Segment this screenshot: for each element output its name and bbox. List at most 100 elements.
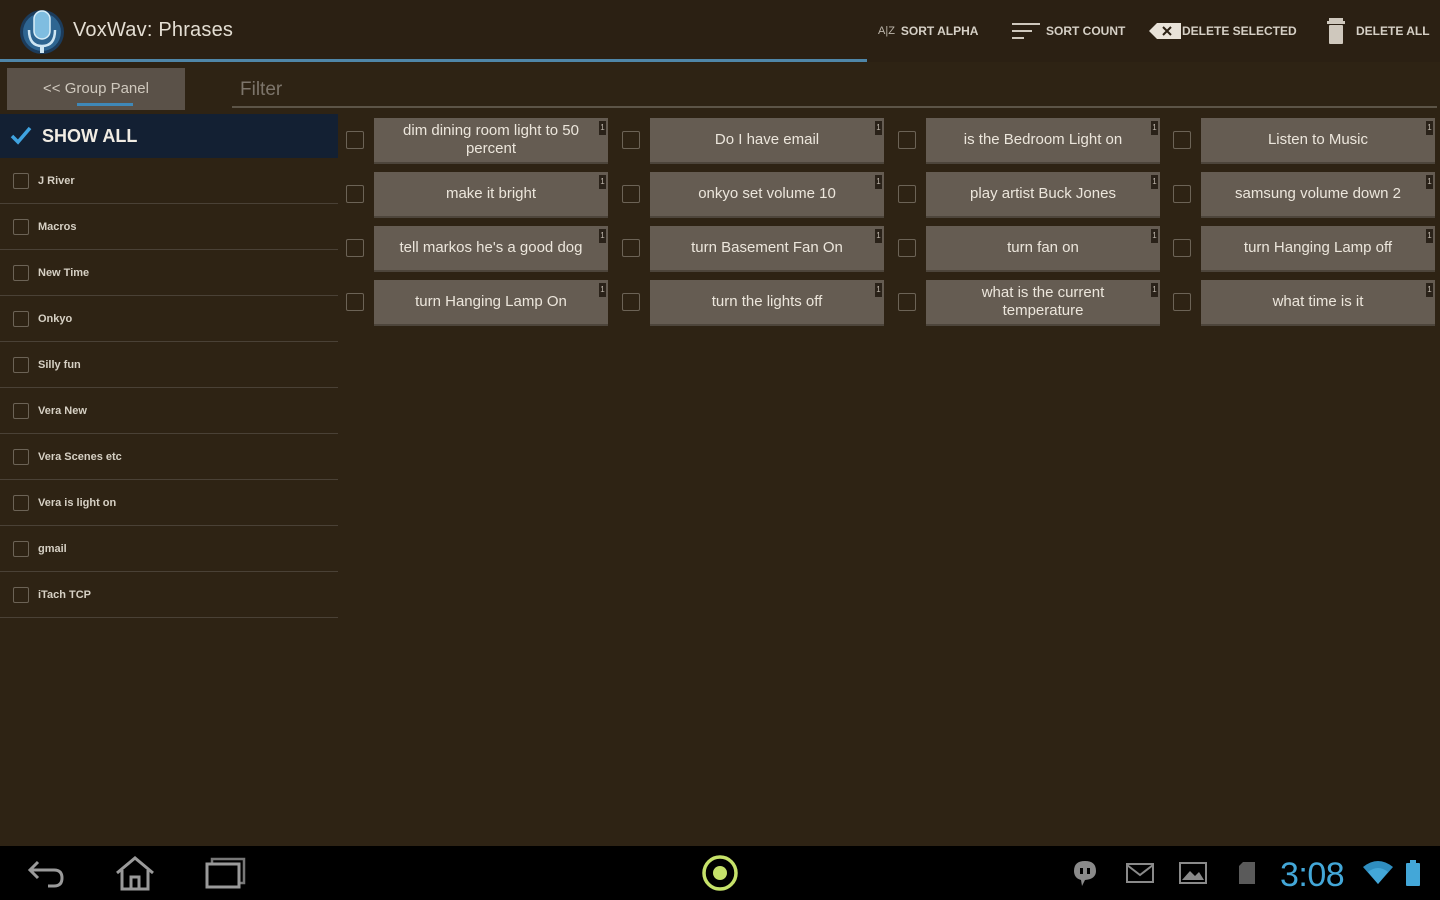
show-all-label: SHOW ALL [42,125,138,146]
phrase-button[interactable]: onkyo set volume 10 1 [650,172,884,218]
phrase-button[interactable]: Do I have email 1 [650,118,884,164]
group-list: SHOW ALL J River Macros New Time Onkyo Silly… [0,114,338,618]
phrase-count-badge: 1 [875,283,882,297]
phrase-button[interactable]: turn Hanging Lamp On 1 [374,280,608,326]
phrase-checkbox[interactable] [346,131,364,149]
phrase-cell: tell markos he's a good dog 1 [346,226,608,272]
battery-icon [1402,854,1424,892]
phrase-cell: is the Bedroom Light on 1 [898,118,1160,164]
group-item-label: iTach TCP [38,588,91,601]
sort-count-button[interactable]: SORT COUNT [1012,14,1125,48]
phrase-label: what time is it [1272,293,1364,310]
group-item[interactable]: Onkyo [0,296,338,342]
group-item-label: New Time [38,266,90,279]
group-checkbox[interactable] [13,494,29,511]
phrase-count-badge: 1 [1426,283,1433,297]
group-item[interactable]: Vera Scenes etc [0,434,338,480]
phrase-checkbox[interactable] [1173,131,1191,149]
group-item[interactable]: iTach TCP [0,572,338,618]
group-item[interactable]: gmail [0,526,338,572]
phrase-checkbox[interactable] [622,239,640,257]
action-bar: VoxWav: Phrases A|Z SORT ALPHA SORT COUN… [0,0,1440,62]
sort-alpha-label: SORT ALPHA [900,24,979,38]
group-item[interactable]: Macros [0,204,338,250]
group-item[interactable]: Silly fun [0,342,338,388]
group-item-label: gmail [38,542,67,555]
phrase-checkbox[interactable] [622,131,640,149]
talk-icon [1070,854,1100,892]
back-icon[interactable] [24,854,68,892]
filter-input[interactable] [232,74,1437,108]
group-item-label: Vera Scenes etc [38,450,122,463]
tab-indicator [77,103,133,106]
phrase-button[interactable]: is the Bedroom Light on 1 [926,118,1160,164]
checkmark-icon[interactable] [10,125,32,147]
microphone-icon[interactable] [17,6,67,56]
phrase-button[interactable]: samsung volume down 2 1 [1201,172,1435,218]
phrase-checkbox[interactable] [622,293,640,311]
phrase-button[interactable]: turn fan on 1 [926,226,1160,272]
phrase-button[interactable]: tell markos he's a good dog 1 [374,226,608,272]
phrase-checkbox[interactable] [346,293,364,311]
group-checkbox[interactable] [13,310,29,327]
group-checkbox[interactable] [13,356,29,373]
phrase-label: turn Hanging Lamp off [1243,239,1393,256]
phrase-checkbox[interactable] [1173,293,1191,311]
group-checkbox[interactable] [13,218,29,235]
phrase-count-badge: 1 [599,229,606,243]
phrase-button[interactable]: what time is it 1 [1201,280,1435,326]
phrase-checkbox[interactable] [346,239,364,257]
phrase-checkbox[interactable] [1173,185,1191,203]
phrase-label: turn fan on [1007,239,1079,256]
phrase-label: what is the current temperature [981,284,1105,319]
group-item[interactable]: New Time [0,250,338,296]
group-item[interactable]: Vera New [0,388,338,434]
group-checkbox[interactable] [13,540,29,557]
phrase-button[interactable]: make it bright 1 [374,172,608,218]
phrase-button[interactable]: dim dining room light to 50 percent 1 [374,118,608,164]
sort-alpha-button[interactable]: A|Z SORT ALPHA [878,14,978,48]
wifi-icon [1360,854,1396,892]
delete-selected-button[interactable]: DELETE SELECTED [1148,14,1297,48]
group-item-label: J River [38,174,75,187]
phrase-count-badge: 1 [1426,121,1433,135]
group-checkbox[interactable] [13,172,29,189]
recent-apps-icon[interactable] [202,854,248,892]
show-all-item[interactable]: SHOW ALL [0,114,338,158]
group-item[interactable]: Vera is light on [0,480,338,526]
phrase-cell: turn fan on 1 [898,226,1160,272]
phrase-label: is the Bedroom Light on [963,131,1123,148]
trash-icon [1326,17,1346,45]
phrase-checkbox[interactable] [346,185,364,203]
phrase-button[interactable]: Listen to Music 1 [1201,118,1435,164]
phrase-checkbox[interactable] [898,293,916,311]
backspace-icon [1148,22,1182,40]
phrase-checkbox[interactable] [898,131,916,149]
group-panel-toggle[interactable]: << Group Panel [7,68,185,110]
phrase-checkbox[interactable] [898,239,916,257]
group-item-label: Macros [38,220,77,233]
phrase-button[interactable]: play artist Buck Jones 1 [926,172,1160,218]
phrase-button[interactable]: what is the current temperature 1 [926,280,1160,326]
delete-selected-label: DELETE SELECTED [1182,24,1297,38]
phrase-checkbox[interactable] [622,185,640,203]
progress-fill [0,59,867,62]
group-item[interactable]: J River [0,158,338,204]
group-checkbox[interactable] [13,448,29,465]
phrase-cell: turn the lights off 1 [622,280,884,326]
phrase-label: samsung volume down 2 [1235,185,1401,202]
home-icon[interactable] [112,854,158,892]
phrase-button[interactable]: turn Basement Fan On 1 [650,226,884,272]
group-checkbox[interactable] [13,586,29,603]
phrase-checkbox[interactable] [898,185,916,203]
record-indicator-icon[interactable] [698,854,742,892]
delete-all-button[interactable]: DELETE ALL [1326,14,1430,48]
phrase-button[interactable]: turn Hanging Lamp off 1 [1201,226,1435,272]
phrase-button[interactable]: turn the lights off 1 [650,280,884,326]
phrase-checkbox[interactable] [1173,239,1191,257]
group-checkbox[interactable] [13,402,29,419]
gallery-icon [1177,854,1209,892]
group-item-label: Silly fun [38,358,81,371]
group-checkbox[interactable] [13,264,29,281]
phrase-label: play artist Buck Jones [970,185,1116,202]
